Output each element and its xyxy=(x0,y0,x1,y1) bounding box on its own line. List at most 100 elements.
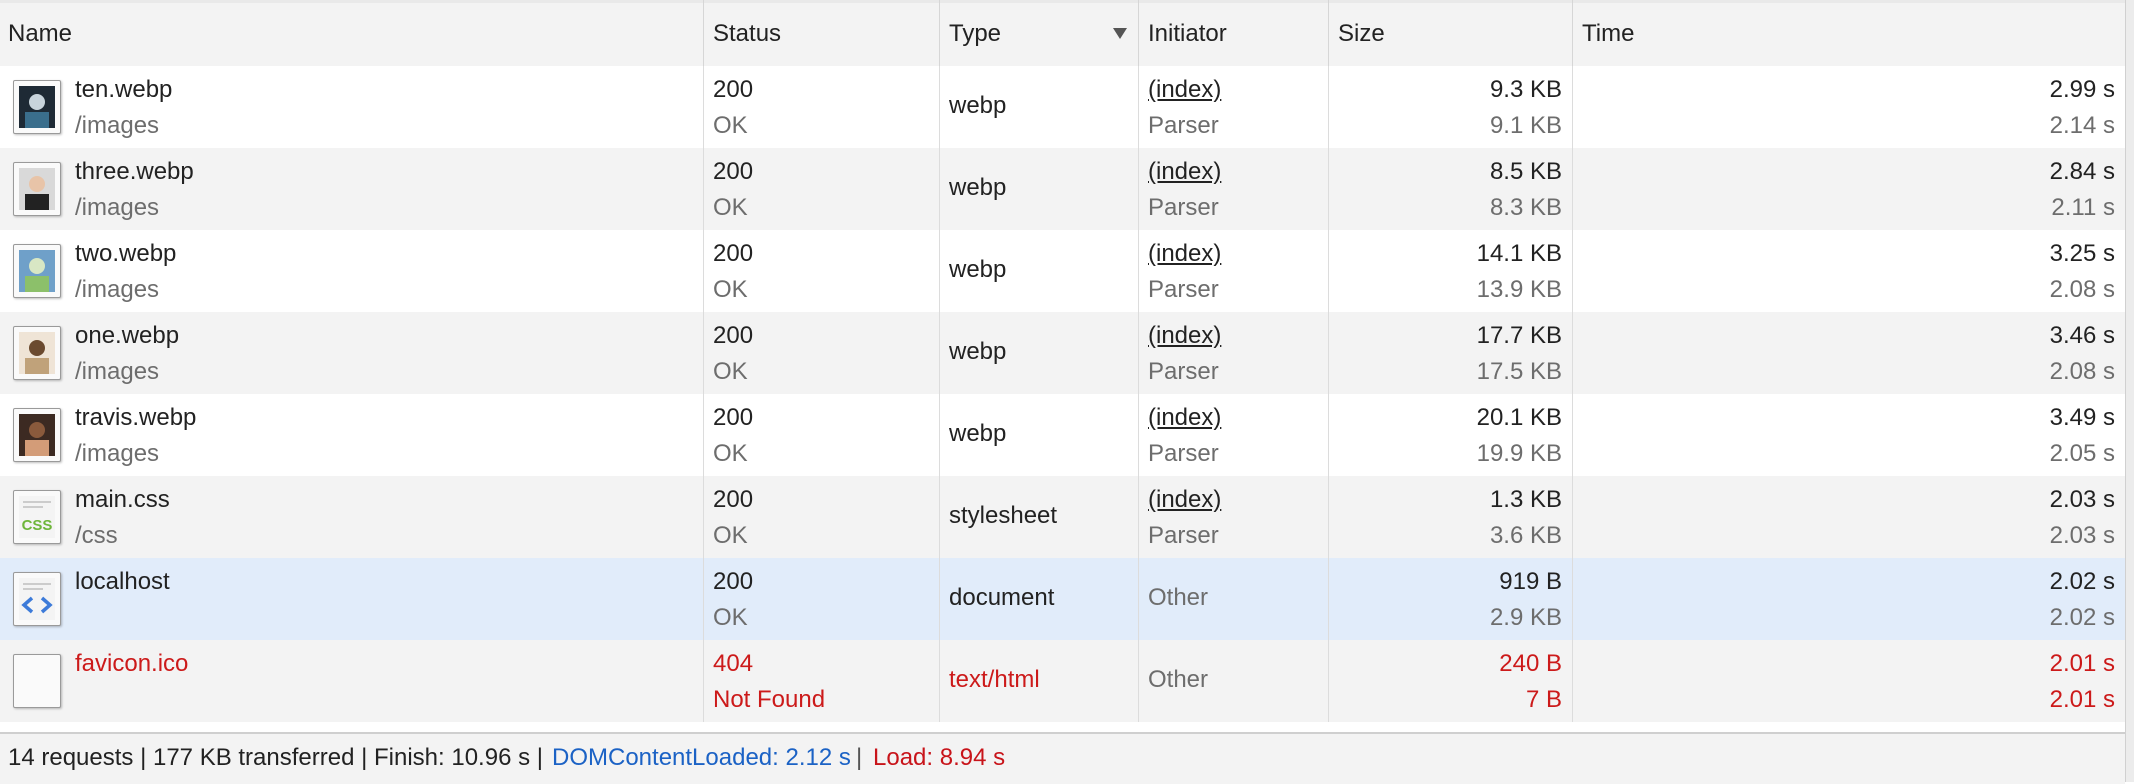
resource-type: webp xyxy=(949,420,1007,447)
initiator-text: Other xyxy=(1148,666,1209,693)
resource-type: webp xyxy=(949,338,1007,365)
total-time: 3.46 s xyxy=(2049,322,2115,349)
initiator-link[interactable]: (index) xyxy=(1148,486,1221,514)
type-cell: webp xyxy=(941,312,1139,394)
initiator-cell: (index) Parser xyxy=(1140,66,1329,148)
column-header-status[interactable]: Status xyxy=(705,0,940,66)
status-code: 404 xyxy=(713,650,754,677)
initiator-cell: (index) Parser xyxy=(1140,394,1329,476)
image-thumbnail-icon xyxy=(13,162,61,216)
status-cell: 200 OK xyxy=(705,558,940,640)
size-cell: 919 B 2.9 KB xyxy=(1330,558,1573,640)
initiator-type: Parser xyxy=(1148,522,1219,549)
request-name[interactable]: one.webp xyxy=(75,322,179,350)
request-row[interactable]: favicon.ico 404 Not Found text/html Other 240… xyxy=(0,640,2125,722)
total-time: 2.99 s xyxy=(2049,76,2115,103)
network-table-header: Name Status Type Initiator Size Time xyxy=(0,0,2125,68)
transfer-size: 240 B xyxy=(1499,650,1562,677)
initiator-link[interactable]: (index) xyxy=(1148,158,1221,186)
network-panel: Name Status Type Initiator Size Time ten… xyxy=(0,0,2134,784)
request-name[interactable]: three.webp xyxy=(75,158,194,186)
latency-time: 2.08 s xyxy=(2049,276,2115,303)
initiator-cell: (index) Parser xyxy=(1140,148,1329,230)
name-cell: CSS main.css/css xyxy=(0,476,704,558)
request-row[interactable]: CSS main.css/css 200 OK stylesheet (index) Par… xyxy=(0,476,2125,558)
resource-type: webp xyxy=(949,256,1007,283)
resource-size: 3.6 KB xyxy=(1489,522,1562,549)
transfer-size: 1.3 KB xyxy=(1489,486,1562,513)
latency-time: 2.08 s xyxy=(2049,358,2115,385)
request-path: /images xyxy=(75,358,160,385)
transfer-size: 8.5 KB xyxy=(1489,158,1562,185)
request-name[interactable]: two.webp xyxy=(75,240,176,268)
column-header-type[interactable]: Type xyxy=(941,0,1139,66)
sort-descending-icon[interactable] xyxy=(1113,28,1127,39)
status-text: OK xyxy=(713,276,748,303)
request-path: /images xyxy=(75,276,160,303)
initiator-link[interactable]: (index) xyxy=(1148,404,1221,432)
status-code: 200 xyxy=(713,568,754,595)
status-cell: 200 OK xyxy=(705,394,940,476)
type-cell: stylesheet xyxy=(941,476,1139,558)
request-name[interactable]: travis.webp xyxy=(75,404,196,432)
request-row[interactable]: ten.webp/images 200 OK webp (index) Parser 9.3… xyxy=(0,66,2125,148)
latency-time: 2.11 s xyxy=(2051,194,2115,221)
initiator-type: Parser xyxy=(1148,194,1219,221)
latency-time: 2.14 s xyxy=(2049,112,2115,139)
latency-time: 2.01 s xyxy=(2049,686,2115,713)
request-row[interactable]: three.webp/images 200 OK webp (index) Parser 8… xyxy=(0,148,2125,230)
vertical-scrollbar[interactable] xyxy=(2125,0,2134,782)
time-cell: 2.01 s 2.01 s xyxy=(1574,640,2125,722)
name-cell: travis.webp/images xyxy=(0,394,704,476)
initiator-link[interactable]: (index) xyxy=(1148,76,1221,104)
status-code: 200 xyxy=(713,158,754,185)
request-row[interactable]: travis.webp/images 200 OK webp (index) Parser… xyxy=(0,394,2125,476)
total-time: 2.84 s xyxy=(2049,158,2115,185)
request-name[interactable]: ten.webp xyxy=(75,76,172,104)
time-cell: 2.99 s 2.14 s xyxy=(1574,66,2125,148)
resource-type: webp xyxy=(949,92,1007,119)
image-thumbnail-icon xyxy=(13,80,61,134)
initiator-cell: Other xyxy=(1140,558,1329,640)
status-text: OK xyxy=(713,604,748,631)
html-document-icon xyxy=(13,572,61,626)
column-header-name[interactable]: Name xyxy=(0,0,704,66)
type-cell: document xyxy=(941,558,1139,640)
time-cell: 2.02 s 2.02 s xyxy=(1574,558,2125,640)
column-header-time[interactable]: Time xyxy=(1574,0,2125,66)
status-cell: 200 OK xyxy=(705,312,940,394)
css-file-icon: CSS xyxy=(13,490,61,544)
image-thumbnail-icon xyxy=(13,244,61,298)
name-cell: favicon.ico xyxy=(0,640,704,722)
name-cell: ten.webp/images xyxy=(0,66,704,148)
status-code: 200 xyxy=(713,240,754,267)
size-cell: 8.5 KB 8.3 KB xyxy=(1330,148,1573,230)
status-code: 200 xyxy=(713,486,754,513)
column-header-initiator[interactable]: Initiator xyxy=(1140,0,1329,66)
column-header-size[interactable]: Size xyxy=(1330,0,1573,66)
resource-size: 9.1 KB xyxy=(1489,112,1562,139)
initiator-cell: (index) Parser xyxy=(1140,312,1329,394)
initiator-link[interactable]: (index) xyxy=(1148,240,1221,268)
request-row[interactable]: localhost 200 OK document Other 919 B 2.9 KB 2.… xyxy=(0,558,2125,640)
load-time: Load: 8.94 s xyxy=(873,744,1006,771)
request-name[interactable]: favicon.ico xyxy=(75,650,188,678)
resource-type: webp xyxy=(949,174,1007,201)
resource-type: text/html xyxy=(949,666,1040,693)
svg-text:CSS: CSS xyxy=(22,517,53,534)
resource-size: 8.3 KB xyxy=(1489,194,1562,221)
initiator-cell: Other xyxy=(1140,640,1329,722)
request-row[interactable]: one.webp/images 200 OK webp (index) Parser 17.… xyxy=(0,312,2125,394)
image-thumbnail-icon xyxy=(13,326,61,380)
status-cell: 200 OK xyxy=(705,148,940,230)
request-name[interactable]: localhost xyxy=(75,568,170,596)
size-cell: 9.3 KB 9.1 KB xyxy=(1330,66,1573,148)
initiator-link[interactable]: (index) xyxy=(1148,322,1221,350)
status-cell: 200 OK xyxy=(705,476,940,558)
type-cell: webp xyxy=(941,394,1139,476)
request-row[interactable]: two.webp/images 200 OK webp (index) Parser 14.… xyxy=(0,230,2125,312)
total-time: 3.25 s xyxy=(2049,240,2115,267)
resource-size: 17.5 KB xyxy=(1476,358,1562,385)
total-time: 3.49 s xyxy=(2049,404,2115,431)
request-name[interactable]: main.css xyxy=(75,486,170,514)
